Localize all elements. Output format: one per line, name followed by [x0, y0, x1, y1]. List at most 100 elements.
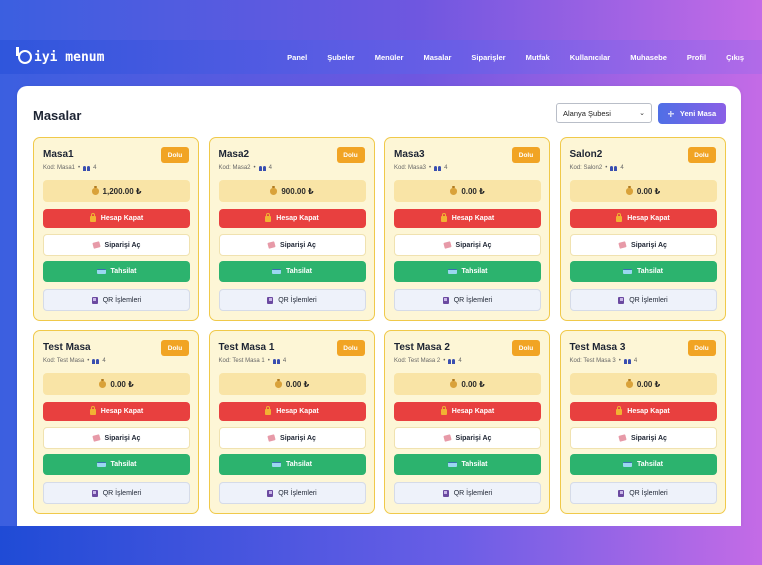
new-table-button[interactable]: Yeni Masa: [658, 103, 726, 124]
table-name: Test Masa 1: [218, 342, 275, 353]
meta-separator: •: [253, 165, 256, 171]
new-table-label: Yeni Masa: [679, 109, 717, 118]
close-bill-button[interactable]: Hesap Kapat: [394, 209, 541, 228]
table-name: Salon2: [569, 149, 603, 160]
table-capacity: 4: [444, 165, 448, 171]
nav-item-orders[interactable]: Siparişler: [471, 53, 505, 62]
close-bill-label: Hesap Kapat: [627, 215, 670, 222]
qr-icon: [618, 489, 625, 497]
close-bill-button[interactable]: Hesap Kapat: [394, 402, 541, 421]
table-card: Salon2 Kod: Salon2 • 4 Dolu 0.00 ₺ Hesap…: [559, 137, 726, 321]
meta-separator: •: [443, 358, 446, 364]
collect-payment-button[interactable]: Tahsilat: [43, 261, 190, 282]
open-order-button[interactable]: Siparişi Aç: [569, 427, 717, 449]
money-bag-icon: [625, 378, 633, 388]
table-meta: Kod: Salon2 • 4: [570, 165, 624, 171]
nav-item-users[interactable]: Kullanıcılar: [570, 53, 610, 62]
open-order-label: Siparişi Aç: [455, 241, 492, 249]
collect-label: Tahsilat: [286, 268, 312, 275]
table-capacity: 4: [458, 358, 462, 364]
page-title: Masalar: [33, 108, 82, 123]
qr-actions-button[interactable]: QR İşlemleri: [43, 482, 190, 504]
open-order-label: Siparişi Aç: [631, 241, 667, 249]
table-card: Test Masa 2 Kod: Test Masa 2 • 4 Dolu 0.…: [384, 330, 550, 514]
status-badge: Dolu: [512, 147, 540, 163]
people-icon: [623, 358, 631, 364]
credit-card-icon: [447, 269, 457, 274]
open-order-button[interactable]: Siparişi Aç: [394, 234, 541, 256]
collect-label: Tahsilat: [110, 268, 137, 275]
amount-value: 0.00 ₺: [110, 379, 134, 389]
table-code: Kod: Test Masa 3: [569, 358, 616, 364]
app-logo[interactable]: iyi menum: [16, 47, 104, 65]
meta-separator: •: [87, 358, 90, 364]
amount-value: 1,200.00 ₺: [102, 186, 142, 196]
open-order-button[interactable]: Siparişi Aç: [43, 427, 190, 449]
qr-actions-button[interactable]: QR İşlemleri: [394, 482, 541, 504]
table-amount: 0.00 ₺: [43, 373, 190, 395]
open-order-label: Siparişi Aç: [455, 434, 492, 442]
nav-item-accounting[interactable]: Muhasebe: [630, 53, 667, 62]
table-name: Masa1: [43, 149, 74, 160]
collect-payment-button[interactable]: Tahsilat: [218, 261, 366, 282]
qr-actions-button[interactable]: QR İşlemleri: [43, 289, 190, 311]
nav-item-profile[interactable]: Profil: [687, 53, 706, 62]
open-order-label: Siparişi Aç: [280, 434, 316, 442]
close-bill-button[interactable]: Hesap Kapat: [43, 402, 190, 421]
close-bill-button[interactable]: Hesap Kapat: [569, 209, 717, 228]
collect-label: Tahsilat: [286, 461, 312, 468]
credit-card-icon: [96, 462, 106, 467]
meta-separator: •: [267, 358, 270, 364]
qr-actions-button[interactable]: QR İşlemleri: [218, 289, 366, 311]
table-code: Kod: Test Masa 2: [394, 358, 441, 364]
money-bag-icon: [99, 378, 107, 388]
collect-payment-button[interactable]: Tahsilat: [569, 454, 717, 475]
nav-item-panel[interactable]: Panel: [287, 53, 307, 62]
qr-label: QR İşlemleri: [278, 489, 317, 497]
open-order-button[interactable]: Siparişi Aç: [394, 427, 541, 449]
qr-label: QR İşlemleri: [453, 296, 493, 304]
open-order-button[interactable]: Siparişi Aç: [569, 234, 717, 256]
close-bill-button[interactable]: Hesap Kapat: [218, 209, 366, 228]
nav-item-kitchen[interactable]: Mutfak: [526, 53, 550, 62]
amount-value: 0.00 ₺: [285, 379, 310, 389]
close-bill-button[interactable]: Hesap Kapat: [43, 209, 190, 228]
bottom-band: [0, 526, 762, 565]
collect-payment-button[interactable]: Tahsilat: [569, 261, 717, 282]
nav-item-branches[interactable]: Şubeler: [327, 53, 355, 62]
collect-label: Tahsilat: [110, 461, 137, 468]
credit-card-icon: [96, 269, 106, 274]
money-bag-icon: [450, 378, 458, 388]
collect-payment-button[interactable]: Tahsilat: [394, 454, 541, 475]
branch-select[interactable]: Alanya Şubesi ⌄: [556, 103, 652, 123]
qr-actions-button[interactable]: QR İşlemleri: [394, 289, 541, 311]
qr-icon: [91, 296, 98, 304]
nav-item-logout[interactable]: Çıkış: [726, 53, 744, 62]
qr-actions-button[interactable]: QR İşlemleri: [569, 482, 717, 504]
amount-value: 0.00 ₺: [636, 186, 661, 196]
chevron-down-icon: ⌄: [639, 110, 645, 117]
collect-payment-button[interactable]: Tahsilat: [218, 454, 366, 475]
people-icon: [610, 165, 618, 171]
collect-payment-button[interactable]: Tahsilat: [394, 261, 541, 282]
qr-icon: [442, 489, 449, 497]
nav-item-menus[interactable]: Menüler: [375, 53, 404, 62]
open-order-button[interactable]: Siparişi Aç: [218, 427, 366, 449]
table-name: Test Masa 2: [394, 342, 450, 353]
qr-actions-button[interactable]: QR İşlemleri: [218, 482, 366, 504]
credit-card-icon: [623, 462, 633, 467]
close-bill-button[interactable]: Hesap Kapat: [569, 402, 717, 421]
close-bill-label: Hesap Kapat: [451, 215, 495, 222]
open-order-button[interactable]: Siparişi Aç: [43, 234, 190, 256]
people-icon: [272, 358, 280, 364]
qr-actions-button[interactable]: QR İşlemleri: [569, 289, 717, 311]
open-order-button[interactable]: Siparişi Aç: [218, 234, 366, 256]
table-meta: Kod: Masa3 • 4: [394, 165, 447, 171]
nav-item-tables[interactable]: Masalar: [423, 53, 451, 62]
table-name: Test Masa 3: [569, 342, 626, 353]
meta-separator: •: [429, 165, 432, 171]
collect-payment-button[interactable]: Tahsilat: [43, 454, 190, 475]
close-bill-button[interactable]: Hesap Kapat: [218, 402, 366, 421]
amount-value: 0.00 ₺: [461, 186, 485, 196]
status-badge: Dolu: [336, 340, 365, 356]
